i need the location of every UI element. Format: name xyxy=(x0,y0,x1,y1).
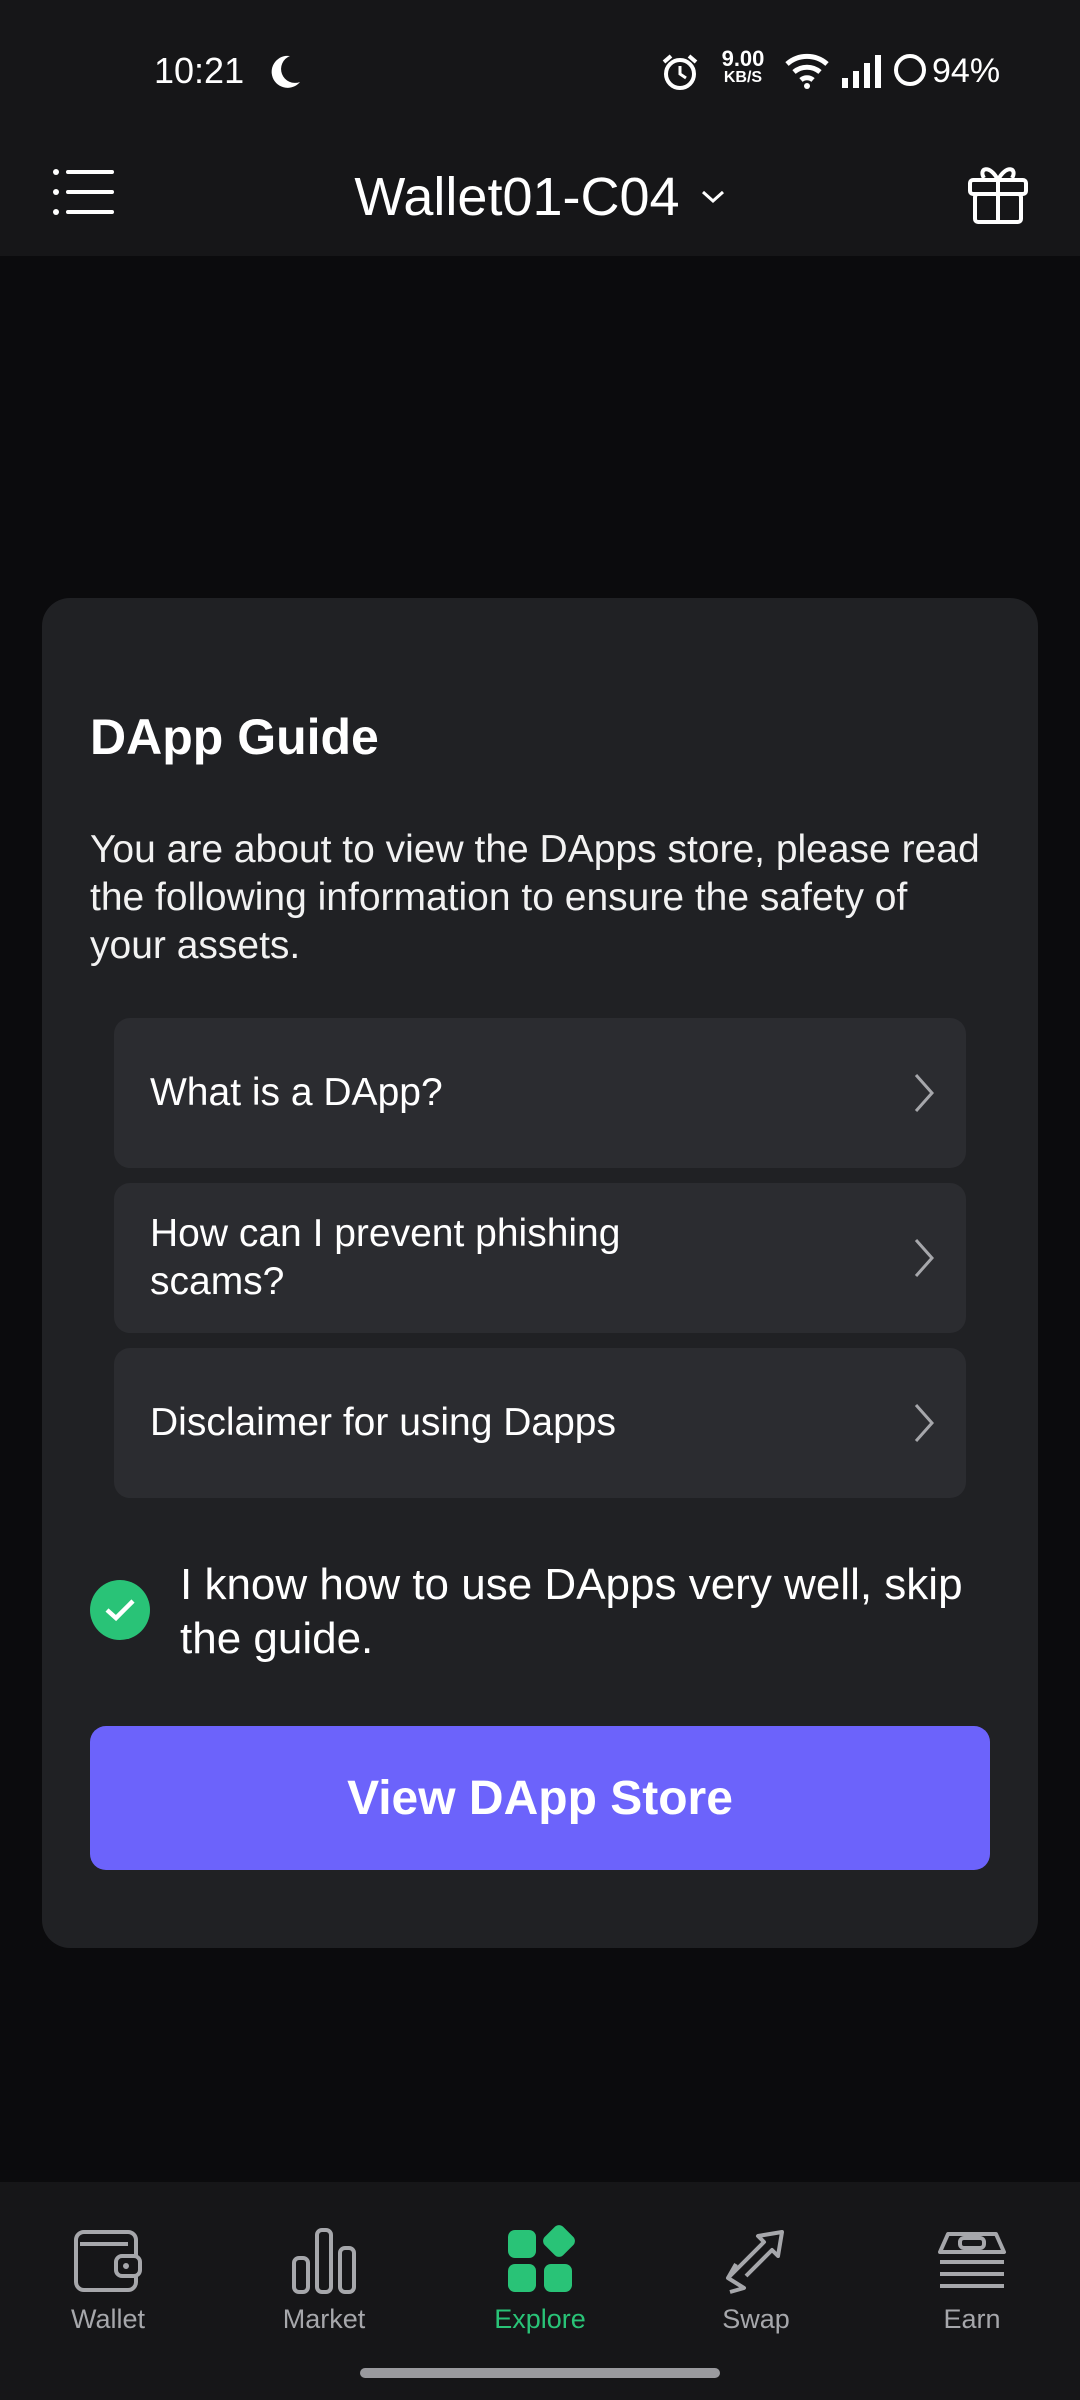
signal-icon xyxy=(842,55,881,88)
guide-item-label: Disclaimer for using Dapps xyxy=(150,1401,617,1444)
skip-guide-checkbox[interactable] xyxy=(90,1580,150,1640)
menu-icon[interactable] xyxy=(48,154,124,230)
swap-icon xyxy=(726,2230,784,2294)
guide-item-label: What is a DApp? xyxy=(150,1071,443,1114)
dialog-title: DApp Guide xyxy=(90,709,379,765)
checkmark-icon xyxy=(105,1599,135,1622)
nav-earn[interactable]: Earn xyxy=(882,2222,1062,2362)
nav-swap-label: Swap xyxy=(722,2304,790,2334)
nav-earn-label: Earn xyxy=(943,2304,1001,2334)
wallet-selector[interactable]: Wallet01-C04 xyxy=(340,162,740,232)
nav-swap[interactable]: Swap xyxy=(666,2222,846,2362)
app-header: Wallet01-C04 xyxy=(0,140,1080,256)
net-speed: 9.00 KB/S xyxy=(712,48,774,86)
net-speed-value: 9.00 xyxy=(721,46,765,71)
moon-icon xyxy=(271,55,300,88)
skip-guide-label: I know how to use DApps very well, skip … xyxy=(180,1560,963,1663)
status-icons: 9.00 KB/S 94% xyxy=(660,40,1080,100)
chevron-down-icon xyxy=(701,190,724,204)
wallet-icon xyxy=(74,2230,142,2292)
battery-icon xyxy=(894,54,926,86)
nav-wallet-label: Wallet xyxy=(70,2304,145,2334)
dapp-guide-dialog: DApp Guide You are about to view the DAp… xyxy=(42,598,1038,1948)
home-indicator[interactable] xyxy=(360,2368,720,2378)
guide-item-phishing[interactable]: How can I prevent phishing scams? xyxy=(114,1183,966,1333)
battery-percent: 94% xyxy=(932,52,1001,90)
earn-icon xyxy=(938,2232,1006,2288)
dialog-description: You are about to view the DApps store, p… xyxy=(90,828,980,967)
chevron-right-icon xyxy=(914,1239,935,1277)
nav-market[interactable]: Market xyxy=(234,2222,414,2362)
alarm-icon xyxy=(662,54,698,90)
skip-guide-option[interactable]: I know how to use DApps very well, skip … xyxy=(90,1558,1010,1678)
nav-wallet[interactable]: Wallet xyxy=(18,2222,198,2362)
nav-explore-label: Explore xyxy=(494,2304,586,2334)
view-dapp-store-button[interactable]: View DApp Store xyxy=(90,1726,990,1870)
wallet-name: Wallet01-C04 xyxy=(354,167,680,227)
nav-explore[interactable]: Explore xyxy=(450,2222,630,2362)
view-dapp-store-label: View DApp Store xyxy=(347,1771,733,1825)
nav-market-label: Market xyxy=(282,2304,366,2334)
chevron-right-icon xyxy=(914,1404,935,1442)
wifi-icon xyxy=(785,53,829,89)
status-time: 10:21 xyxy=(154,50,245,91)
chevron-right-icon xyxy=(914,1074,935,1112)
net-speed-unit: KB/S xyxy=(723,69,763,86)
guide-item-label: How can I prevent phishing scams? xyxy=(150,1212,621,1303)
guide-item-what-is-dapp[interactable]: What is a DApp? xyxy=(114,1018,966,1168)
market-icon xyxy=(292,2228,356,2294)
status-bar: 10:21 9.00 KB/S 94% xyxy=(0,0,1080,140)
guide-item-disclaimer[interactable]: Disclaimer for using Dapps xyxy=(114,1348,966,1498)
explore-icon xyxy=(508,2225,575,2292)
gift-icon[interactable] xyxy=(966,154,1030,230)
